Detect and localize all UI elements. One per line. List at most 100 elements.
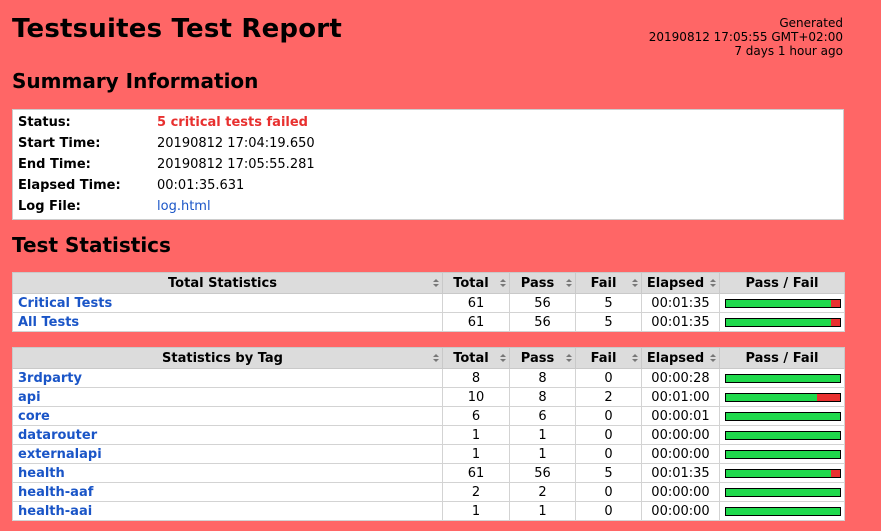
stat-elapsed-cell: 00:01:35 (641, 293, 720, 313)
summary-row-status: Status: 5 critical tests failed (13, 110, 844, 134)
sort-header-name[interactable]: Statistics by Tag (12, 347, 443, 369)
pass-fail-graph-cell (719, 368, 845, 388)
stat-name-cell: health-aai (12, 501, 443, 521)
stat-name-link[interactable]: datarouter (18, 428, 97, 443)
pass-bar (726, 299, 831, 307)
stat-fail-cell: 5 (575, 293, 642, 313)
summary-row-log-file: Log File: log.html (13, 196, 844, 220)
stat-fail-cell: 0 (575, 482, 642, 502)
sort-header-pass[interactable]: Pass (509, 347, 576, 369)
pass-fail-graph-cell (719, 463, 845, 483)
stat-elapsed-cell: 00:01:35 (641, 312, 720, 332)
summary-label: End Time: (18, 157, 91, 172)
stat-name-link[interactable]: api (18, 390, 41, 405)
stat-fail-cell: 0 (575, 406, 642, 426)
pass-bar (726, 431, 840, 439)
header-label: Elapsed (646, 350, 705, 366)
stat-total-cell: 8 (442, 368, 510, 388)
header-label: Pass (520, 275, 555, 291)
stat-elapsed-cell: 00:00:00 (641, 482, 720, 502)
sort-arrows-icon (632, 354, 638, 363)
stat-total-cell: 61 (442, 463, 510, 483)
stat-name-cell: externalapi (12, 444, 443, 464)
stat-name-link[interactable]: health-aaf (18, 485, 93, 500)
table-row: core 6 6 0 00:00:01 (12, 406, 845, 426)
graph-header: Pass / Fail (719, 272, 845, 294)
summary-table: Status: 5 critical tests failed Start Ti… (12, 109, 844, 220)
header-label: Total (453, 350, 489, 366)
fail-bar (830, 299, 840, 307)
stat-name-cell: 3rdparty (12, 368, 443, 388)
stat-pass-cell: 1 (509, 501, 576, 521)
header-label: Total Statistics (168, 275, 277, 291)
pass-fail-graph-cell (719, 425, 845, 445)
stat-total-cell: 2 (442, 482, 510, 502)
pass-fail-graph (725, 468, 841, 478)
stat-elapsed-cell: 00:00:00 (641, 444, 720, 464)
pass-bar (726, 318, 831, 326)
stat-pass-cell: 2 (509, 482, 576, 502)
sort-header-total[interactable]: Total (442, 347, 510, 369)
sort-arrows-icon (433, 354, 439, 363)
pass-fail-graph-cell (719, 482, 845, 502)
pass-fail-graph (725, 506, 841, 516)
stat-name-link[interactable]: core (18, 409, 50, 424)
pass-bar (726, 507, 840, 515)
pass-fail-graph (725, 298, 841, 308)
sort-arrows-icon (632, 279, 638, 288)
stat-elapsed-cell: 00:00:00 (641, 501, 720, 521)
stat-total-cell: 6 (442, 406, 510, 426)
stat-pass-cell: 8 (509, 368, 576, 388)
stat-name-link[interactable]: All Tests (18, 315, 79, 330)
header-label: Pass / Fail (745, 275, 819, 291)
total-statistics-body: Critical Tests 61 56 5 00:01:35 All Tests 61 56… (12, 293, 845, 332)
stat-name-cell: health-aaf (12, 482, 443, 502)
log-file-link[interactable]: log.html (157, 199, 211, 214)
header-label: Pass (520, 350, 555, 366)
sort-header-fail[interactable]: Fail (575, 272, 642, 294)
stat-pass-cell: 1 (509, 444, 576, 464)
header-label: Fail (590, 275, 617, 291)
stat-total-cell: 1 (442, 425, 510, 445)
stat-name-cell: health (12, 463, 443, 483)
table-row: api 10 8 2 00:01:00 (12, 387, 845, 407)
stat-pass-cell: 6 (509, 406, 576, 426)
stat-name-link[interactable]: Critical Tests (18, 296, 112, 311)
sort-header-fail[interactable]: Fail (575, 347, 642, 369)
header-label: Total (453, 275, 489, 291)
status-value: 5 critical tests failed (157, 115, 308, 130)
pass-bar (726, 374, 840, 382)
sort-arrows-icon (566, 354, 572, 363)
stat-fail-cell: 2 (575, 387, 642, 407)
start-time-value: 20190812 17:04:19.650 (157, 136, 315, 151)
table-row: datarouter 1 1 0 00:00:00 (12, 425, 845, 445)
stat-name-link[interactable]: 3rdparty (18, 371, 82, 386)
header-label: Pass / Fail (745, 350, 819, 366)
summary-label: Elapsed Time: (18, 178, 121, 193)
stat-name-link[interactable]: health (18, 466, 65, 481)
pass-bar (726, 450, 840, 458)
total-statistics-header-row: Total Statistics Total Pass Fail Elapsed… (12, 272, 845, 294)
pass-bar (726, 488, 840, 496)
sort-header-elapsed[interactable]: Elapsed (641, 272, 720, 294)
sort-header-elapsed[interactable]: Elapsed (641, 347, 720, 369)
summary-row-end-time: End Time: 20190812 17:05:55.281 (13, 154, 844, 175)
header-label: Statistics by Tag (162, 350, 283, 366)
stat-name-cell: api (12, 387, 443, 407)
sort-header-total[interactable]: Total (442, 272, 510, 294)
pass-bar (726, 469, 831, 477)
table-row: All Tests 61 56 5 00:01:35 (12, 312, 845, 332)
stat-pass-cell: 56 (509, 463, 576, 483)
stat-total-cell: 1 (442, 501, 510, 521)
sort-header-pass[interactable]: Pass (509, 272, 576, 294)
generated-label: Generated (779, 16, 843, 30)
fail-bar (830, 318, 840, 326)
summary-label: Status: (18, 115, 71, 130)
summary-row-start-time: Start Time: 20190812 17:04:19.650 (13, 133, 844, 154)
table-row: health-aaf 2 2 0 00:00:00 (12, 482, 845, 502)
stat-name-link[interactable]: health-aai (18, 504, 92, 519)
sort-header-name[interactable]: Total Statistics (12, 272, 443, 294)
stat-pass-cell: 8 (509, 387, 576, 407)
pass-fail-graph (725, 487, 841, 497)
stat-name-link[interactable]: externalapi (18, 447, 102, 462)
